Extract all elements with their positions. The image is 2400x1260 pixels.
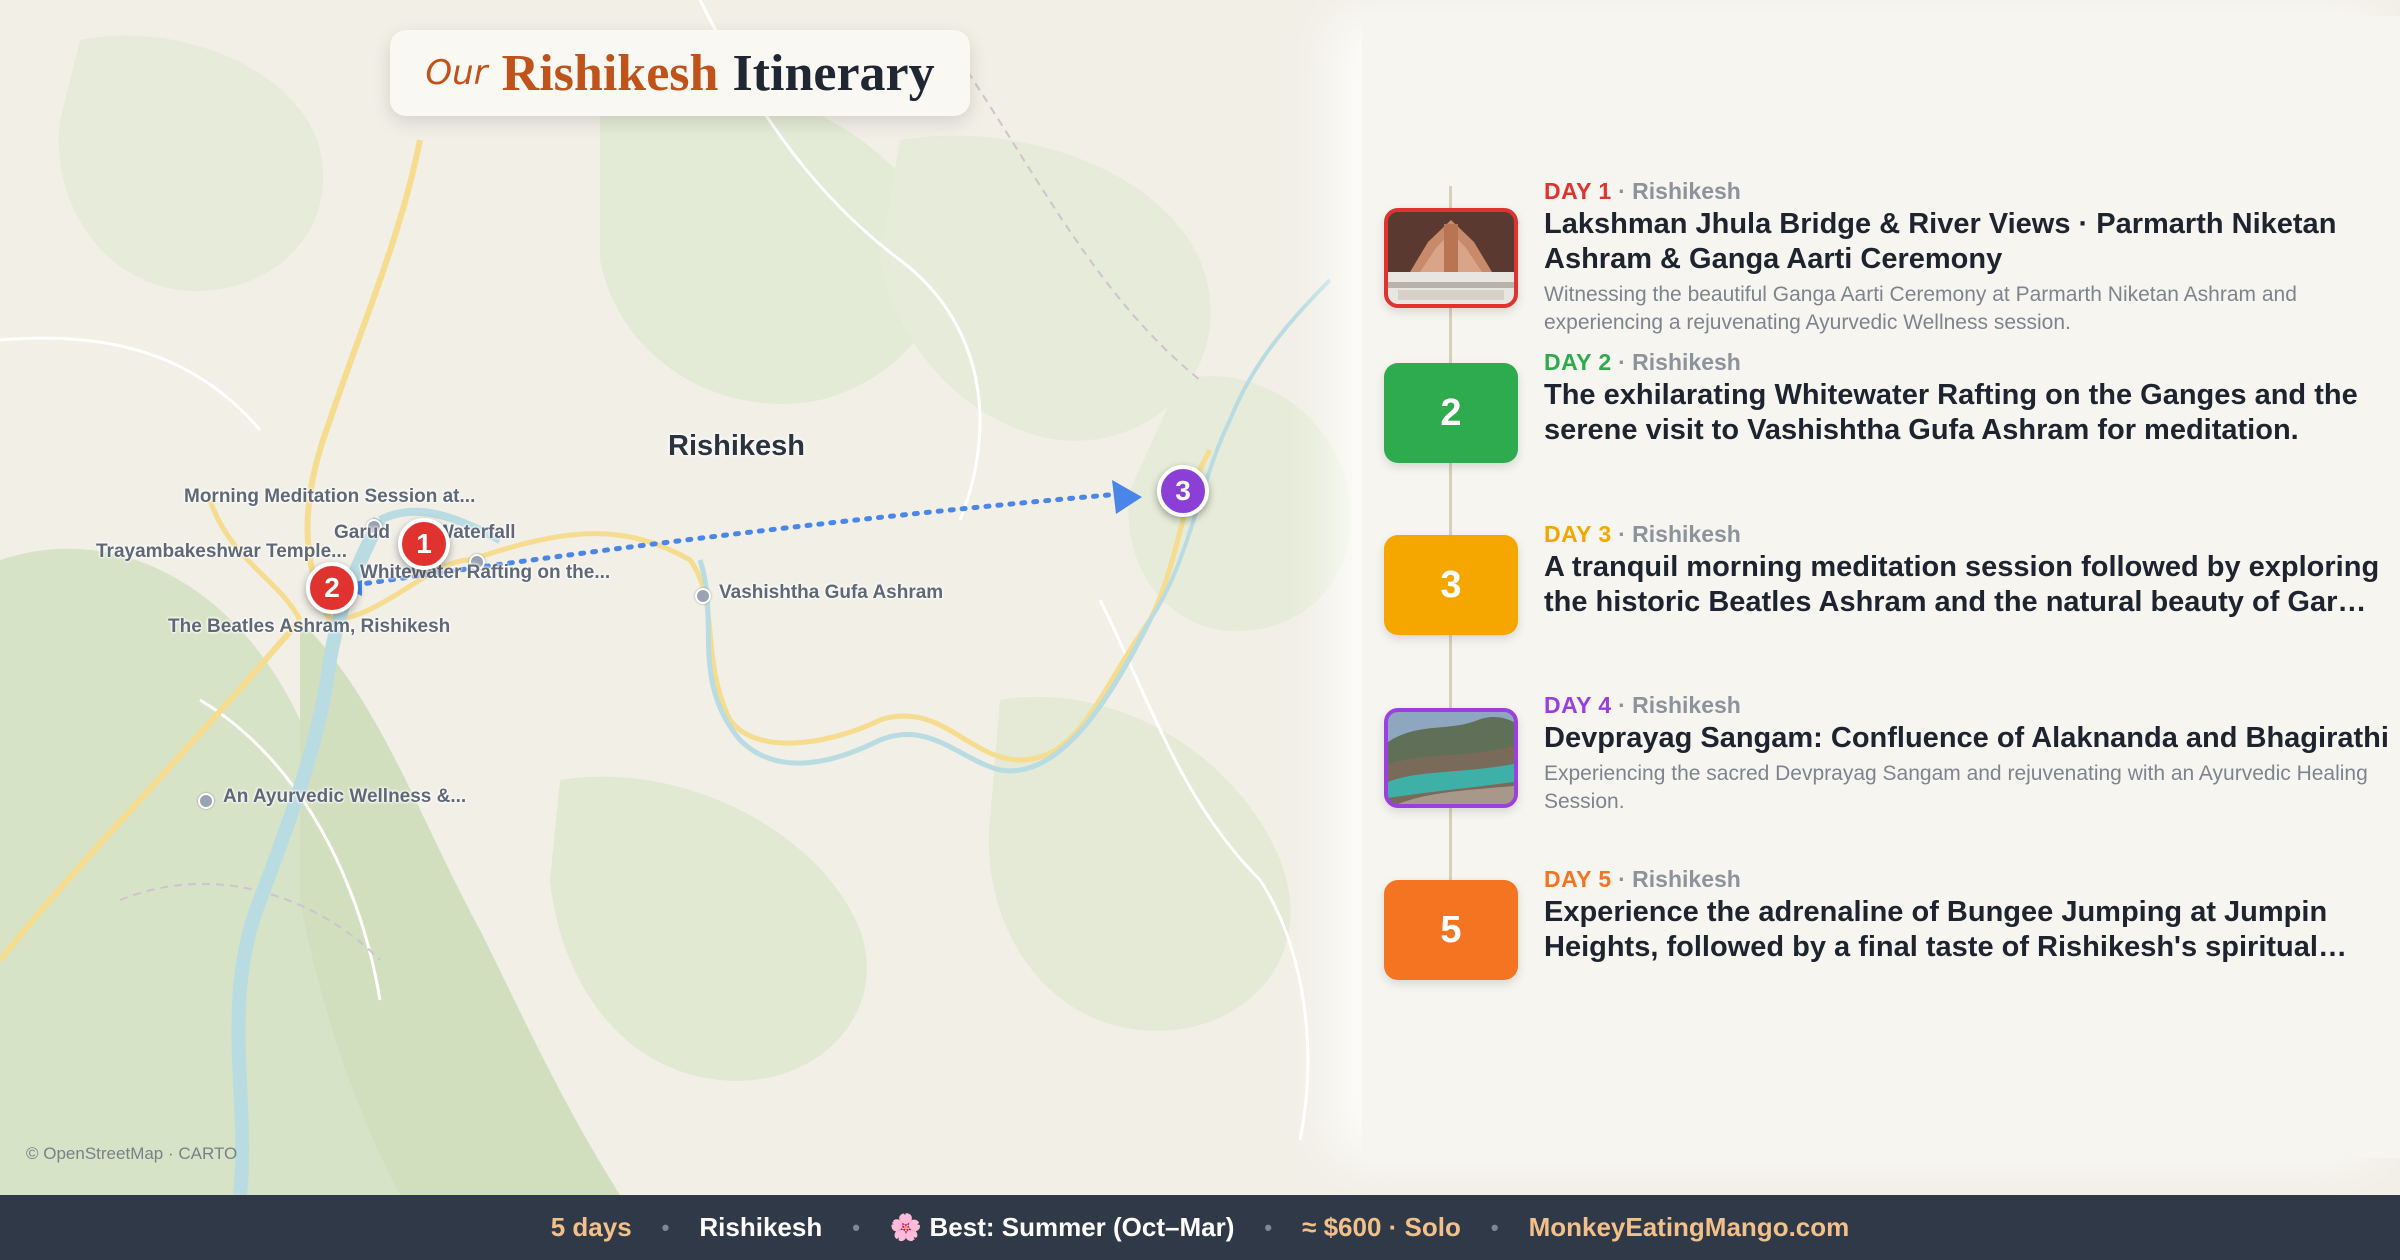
day-1-description: Witnessing the beautiful Ganga Aarti Cer… xyxy=(1544,283,2297,334)
footer-site-link[interactable]: MonkeyEatingMango.com xyxy=(1529,1212,1850,1243)
footer-duration: 5 days xyxy=(550,1212,632,1242)
place-label-rafting[interactable]: Whitewater Rafting on the... xyxy=(360,562,610,584)
place-label-vashishtha[interactable]: Vashishtha Gufa Ashram xyxy=(719,582,943,604)
day-5-location: Rishikesh xyxy=(1632,866,1741,892)
place-label-meditation[interactable]: Morning Meditation Session at... xyxy=(184,486,475,508)
footer-separator: • xyxy=(1490,1214,1499,1240)
day-4-location: Rishikesh xyxy=(1632,692,1741,718)
day-1-photo[interactable] xyxy=(1384,208,1518,308)
day-3-badge[interactable]: 3 xyxy=(1384,535,1518,635)
day-1-location: Rishikesh xyxy=(1632,178,1741,204)
day-5-badge[interactable]: 5 xyxy=(1384,880,1518,980)
day-4-description: Experiencing the sacred Devprayag Sangam… xyxy=(1544,762,2368,813)
day-4-title[interactable]: Devprayag Sangam: Confluence of Alaknand… xyxy=(1544,721,2394,756)
map-marker-2[interactable]: 2 xyxy=(306,562,358,614)
map-marker-3[interactable]: 3 xyxy=(1157,465,1209,517)
footer-separator: • xyxy=(852,1214,860,1240)
poi-dot[interactable] xyxy=(695,588,711,604)
title-place: Rishikesh xyxy=(501,44,719,102)
day-1-label: DAY 1 xyxy=(1544,178,1612,204)
place-label-ayurvedic[interactable]: An Ayurvedic Wellness &... xyxy=(223,786,466,808)
day-4-photo[interactable] xyxy=(1384,708,1518,808)
footer-season: Best: Summer (Oct–Mar) xyxy=(929,1212,1235,1242)
river-confluence-photo-icon xyxy=(1388,712,1514,804)
day-5-title[interactable]: Experience the adrenaline of Bungee Jump… xyxy=(1544,895,2394,965)
day-3-location: Rishikesh xyxy=(1632,521,1741,547)
city-label: Rishikesh xyxy=(668,430,805,462)
trip-summary-footer: 5 days • Rishikesh • 🌸 Best: Summer (Oct… xyxy=(0,1195,2400,1260)
day-1-title[interactable]: Lakshman Jhula Bridge & River Views · Pa… xyxy=(1544,207,2394,277)
day-2-location: Rishikesh xyxy=(1632,349,1741,375)
day-4-label: DAY 4 xyxy=(1544,692,1612,718)
title-prefix: Our xyxy=(425,53,488,93)
day-5-label: DAY 5 xyxy=(1544,866,1612,892)
temple-photo-icon xyxy=(1388,212,1514,304)
title-word: Itinerary xyxy=(732,44,935,102)
day-3-label: DAY 3 xyxy=(1544,521,1612,547)
poi-dot[interactable] xyxy=(198,793,214,809)
day-3-title[interactable]: A tranquil morning meditation session fo… xyxy=(1544,550,2394,620)
footer-budget: ≈ $600 · Solo xyxy=(1302,1212,1461,1242)
map-marker-1[interactable]: 1 xyxy=(398,518,450,570)
day-2-badge[interactable]: 2 xyxy=(1384,363,1518,463)
footer-place: Rishikesh xyxy=(699,1212,823,1242)
itinerary-panel: DAY 1 · Rishikesh Lakshman Jhula Bridge … xyxy=(1362,16,2400,1158)
day-2-title[interactable]: The exhilarating Whitewater Rafting on t… xyxy=(1544,378,2394,448)
itinerary-title-card: Our Rishikesh Itinerary xyxy=(390,30,970,116)
footer-separator: • xyxy=(1264,1214,1273,1240)
place-label-trayambakeshwar[interactable]: Trayambakeshwar Temple... xyxy=(96,541,347,563)
day-2-label: DAY 2 xyxy=(1544,349,1612,375)
footer-separator: • xyxy=(661,1214,670,1240)
map-attribution[interactable]: © OpenStreetMap · CARTO xyxy=(26,1144,237,1164)
flower-icon: 🌸 xyxy=(889,1212,923,1242)
place-label-beatles-ashram[interactable]: The Beatles Ashram, Rishikesh xyxy=(168,616,450,638)
